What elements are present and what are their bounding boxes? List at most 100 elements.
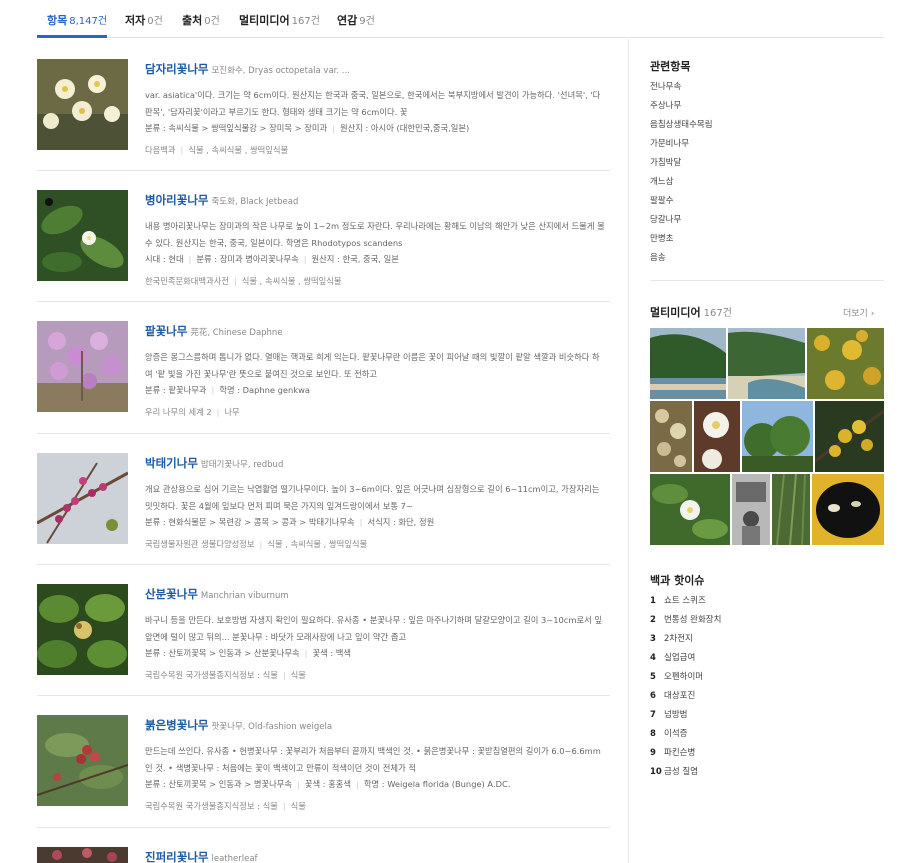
result-meta: 분류 : 팥꽃나무과 | 학명 : Daphne genkwa [145, 385, 310, 395]
hot-issue-item[interactable]: 2 번통성 완화장치 [650, 611, 721, 630]
result-meta: 분류 : 속씨식물 > 쌍떡잎식물강 > 장미목 > 장미과 | 원산지 : 아시아… [145, 123, 470, 133]
side-divider [650, 280, 884, 281]
list-item: 붉은병꽃나무 팟꽃나무, Old-fashion weigela 만드는데 쓰인다… [37, 696, 610, 828]
related-item[interactable]: 가침박달 [650, 154, 713, 173]
hot-issues-list: 1 쇼트 스퀴즈 2 번통성 완화장치 3 2차전지 4 실업급여 5 오펜하이머 6 대상… [650, 592, 721, 782]
related-item[interactable]: 주상나무 [650, 97, 713, 116]
list-item: 박태기나무 밥태기꽃나무, redbud 개요 관상용으로 심어 기르는 낙엽활엽… [37, 434, 610, 565]
result-info: 담자리꽃나무 모진화수, Dryas octopetala var. ... va… [145, 61, 607, 156]
more-link[interactable]: 더보기 › [843, 306, 874, 319]
result-title[interactable]: 병아리꽃나무 [145, 193, 208, 207]
related-list: 전나무속 주상나무 음침상생태수목림 가문비나무 가침박달 개느삼 팔팔수 당갈… [650, 78, 713, 268]
result-description: 만드는데 쓰인다. 유사종 • 헌병꽃나무 : 꽃부리가 처음부터 끝까지 백색… [145, 746, 601, 773]
result-source: 우리 나무의 세계 2 | 나무 [145, 407, 240, 417]
result-title[interactable]: 붉은병꽃나무 [145, 718, 208, 732]
tab-yearbook[interactable]: 연감 9건 [337, 12, 375, 28]
result-meta: 시대 : 현대 | 분류 : 장미과 병아리꽃나무속 | 원산지 : 한국, 중국, 일… [145, 254, 399, 264]
tab-multimedia[interactable]: 멀티미디어 167건 [239, 12, 320, 28]
multimedia-thumb[interactable] [650, 474, 730, 545]
result-meta: 분류 : 현화식물문 > 목련강 > 콩목 > 콩과 > 박태기나무속 | 서식지 … [145, 517, 435, 527]
multimedia-thumb[interactable] [650, 328, 726, 399]
result-info: 병아리꽃나무 죽도화, Black Jetbead 내용 병아리꽃나무는 장미과의… [145, 192, 607, 287]
result-subtitle: 밥태기꽃나무, redbud [200, 460, 284, 470]
multimedia-thumb[interactable] [650, 401, 692, 472]
result-title[interactable]: 담자리꽃나무 [145, 62, 208, 76]
tab-authors[interactable]: 저자 0건 [125, 12, 163, 28]
active-tab-underline [37, 35, 107, 38]
thumbnail-image[interactable] [37, 59, 128, 150]
multimedia-thumb[interactable] [694, 401, 740, 472]
multimedia-heading: 멀티미디어 167건 [650, 306, 732, 319]
multimedia-grid [650, 328, 884, 545]
hot-issue-item[interactable]: 1 쇼트 스퀴즈 [650, 592, 721, 611]
result-title[interactable]: 진퍼리꽃나무 [145, 850, 208, 863]
result-description: var. asiatica'이다. 크기는 약 6cm이다. 원산지는 한국과 … [145, 90, 601, 117]
thumbnail-image[interactable] [37, 453, 128, 544]
hot-issue-item[interactable]: 6 대상포진 [650, 687, 721, 706]
related-heading: 관련항목 [650, 60, 691, 73]
result-subtitle: 죽도화, Black Jetbead [211, 197, 299, 207]
list-item: 진퍼리꽃나무 leatherleaf [37, 828, 610, 863]
related-item[interactable]: 팔팔수 [650, 192, 713, 211]
result-source: 한국민족문화대백과사전 | 식물 , 속씨식물 , 쌍떡잎식물 [145, 276, 342, 286]
column-divider [628, 39, 629, 863]
result-title[interactable]: 박태기나무 [145, 456, 198, 470]
result-info: 붉은병꽃나무 팟꽃나무, Old-fashion weigela 만드는데 쓰인다… [145, 717, 607, 812]
result-source: 국립수목원 국가생물종지식정보 : 식물 | 식물 [145, 801, 306, 811]
result-meta: 분류 : 산토끼꽃목 > 인동과 > 산분꽃나무속 | 꽃색 : 백색 [145, 648, 352, 658]
result-meta: 분류 : 산토끼꽃목 > 인동과 > 병꽃나무속 | 꽃색 : 홍홍색 | 학명 : W… [145, 779, 511, 789]
result-info: 박태기나무 밥태기꽃나무, redbud 개요 관상용으로 심어 기르는 낙엽활엽… [145, 455, 607, 550]
result-subtitle: leatherleaf [211, 854, 258, 863]
hot-issue-item[interactable]: 8 이석증 [650, 725, 721, 744]
hot-issues-heading: 백과 핫이슈 [650, 574, 705, 587]
multimedia-thumb[interactable] [732, 474, 770, 545]
related-item[interactable]: 음침상생태수목림 [650, 116, 713, 135]
hot-issue-item[interactable]: 10 금성 질염 [650, 763, 721, 782]
chevron-right-icon: › [870, 309, 875, 319]
result-subtitle: 芫花, Chinese Daphne [190, 328, 283, 338]
result-source: 국립수목원 국가생물종지식정보 : 식물 | 식물 [145, 670, 306, 680]
hot-issue-item[interactable]: 4 실업급여 [650, 649, 721, 668]
related-item[interactable]: 만병초 [650, 230, 713, 249]
multimedia-thumb[interactable] [815, 401, 884, 472]
thumbnail-image[interactable] [37, 715, 128, 806]
multimedia-thumb[interactable] [742, 401, 813, 472]
tab-items[interactable]: 항목 8,147건 [47, 12, 107, 28]
result-subtitle: 팟꽃나무, Old-fashion weigela [211, 722, 333, 732]
multimedia-thumb[interactable] [812, 474, 884, 545]
list-item: 산분꽃나무 Manchrian viburnum 바구니 등을 만든다. 보호방법… [37, 565, 610, 696]
result-title[interactable]: 팥꽃나무 [145, 324, 187, 338]
result-description: 내용 병아리꽃나무는 장미과의 작은 나무로 높이 1~2m 정도로 자란다. … [145, 221, 605, 248]
result-info: 팥꽃나무 芫花, Chinese Daphne 앙증은 몽그스름하며 톱니가 없다… [145, 323, 607, 418]
result-info: 진퍼리꽃나무 leatherleaf [145, 849, 607, 863]
thumbnail-image[interactable] [37, 321, 128, 412]
result-title[interactable]: 산분꽃나무 [145, 587, 198, 601]
related-item[interactable]: 당갈나무 [650, 211, 713, 230]
thumbnail-image[interactable] [37, 190, 128, 281]
result-source: 다음백과 | 식물 , 속씨식물 , 쌍떡잎식물 [145, 145, 289, 155]
list-item: 담자리꽃나무 모진화수, Dryas octopetala var. ... va… [37, 39, 610, 171]
result-subtitle: Manchrian viburnum [200, 591, 289, 601]
multimedia-thumb[interactable] [728, 328, 805, 399]
result-info: 산분꽃나무 Manchrian viburnum 바구니 등을 만든다. 보호방법… [145, 586, 607, 681]
multimedia-thumb[interactable] [772, 474, 810, 545]
result-description: 개요 관상용으로 심어 기르는 낙엽활엽 떨기나무이다. 높이 3~6m이다. … [145, 484, 600, 511]
thumbnail-image[interactable] [37, 847, 128, 863]
hot-issue-item[interactable]: 9 파킨슨병 [650, 744, 721, 763]
result-tabs: 항목 8,147건 저자 0건 출처 0건 멀티미디어 167건 연감 9건 [37, 0, 884, 38]
hot-issue-item[interactable]: 5 오펜하이머 [650, 668, 721, 687]
multimedia-thumb[interactable] [807, 328, 884, 399]
result-description: 앙증은 몽그스름하며 톱니가 없다. 열매는 핵과로 희게 익는다. 팥꽃나무란… [145, 352, 600, 379]
result-subtitle: 모진화수, Dryas octopetala var. ... [211, 66, 350, 76]
result-description: 바구니 등을 만든다. 보호방법 자생지 확인이 필요하다. 유사종 • 분꽃나… [145, 615, 602, 642]
hot-issue-item[interactable]: 7 넘방범 [650, 706, 721, 725]
hot-issue-item[interactable]: 3 2차전지 [650, 630, 721, 649]
list-item: 팥꽃나무 芫花, Chinese Daphne 앙증은 몽그스름하며 톱니가 없다… [37, 302, 610, 434]
related-item[interactable]: 가문비나무 [650, 135, 713, 154]
related-item[interactable]: 음송 [650, 249, 713, 268]
result-source: 국립생물자원관 생물다양성정보 | 식물 , 속씨식물 , 쌍떡잎식물 [145, 539, 368, 549]
related-item[interactable]: 개느삼 [650, 173, 713, 192]
related-item[interactable]: 전나무속 [650, 78, 713, 97]
thumbnail-image[interactable] [37, 584, 128, 675]
tab-sources[interactable]: 출처 0건 [182, 12, 220, 28]
